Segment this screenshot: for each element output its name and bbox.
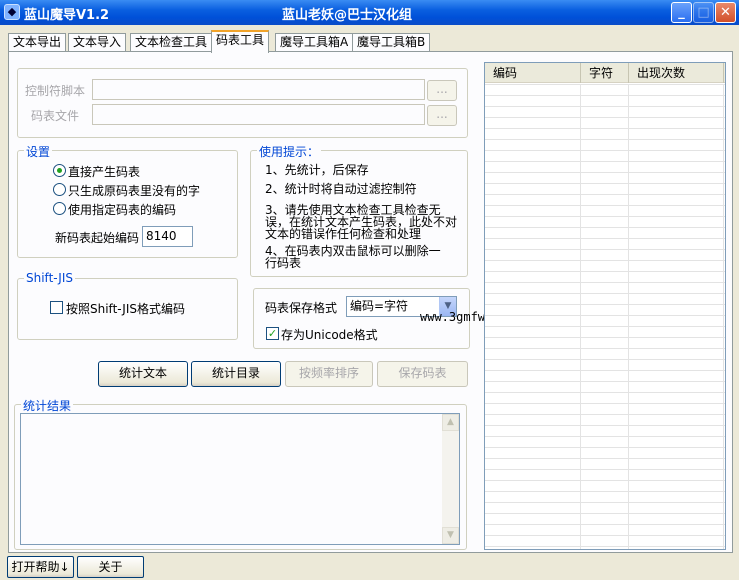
control-script-field[interactable] — [92, 79, 425, 100]
radio-direct-generate[interactable] — [53, 164, 66, 177]
tip-line: 文本的错误作任何检查和处理 — [265, 227, 422, 241]
sort-by-frequency-button[interactable]: 按频率排序 — [285, 361, 373, 387]
table-file-label: 码表文件 — [31, 109, 80, 123]
start-code-input[interactable]: 8140 — [142, 226, 193, 247]
tab-text-import[interactable]: 文本导入 — [68, 33, 127, 52]
code-table-list[interactable]: 编码 字符 出现次数 — [484, 62, 726, 550]
window-title: 蓝山魔导V1.2 — [24, 8, 110, 23]
tab-toolbox-b[interactable]: 魔导工具箱B — [352, 33, 431, 52]
tip-line: 2、统计时将自动过滤控制符 — [265, 182, 417, 196]
maximize-button[interactable]: □ — [693, 2, 714, 23]
column-header-char[interactable]: 字符 — [581, 63, 629, 83]
scroll-up-icon[interactable]: ▲ — [442, 414, 459, 431]
scroll-down-icon[interactable]: ▼ — [442, 527, 459, 544]
about-button[interactable]: 关于 — [77, 556, 144, 578]
close-button[interactable]: ✕ — [715, 2, 736, 23]
app-icon[interactable]: ◆ — [4, 4, 20, 20]
code-table-grid — [485, 84, 725, 549]
results-textarea[interactable]: ▲ ▼ — [20, 413, 460, 545]
control-script-label: 控制符脚本 — [25, 84, 86, 98]
shiftjis-checkbox[interactable] — [50, 301, 63, 314]
format-label: 码表保存格式 — [265, 301, 338, 315]
results-legend: 统计结果 — [21, 397, 74, 414]
tab-code-table[interactable]: 码表工具 — [211, 30, 270, 53]
count-text-button[interactable]: 统计文本 — [98, 361, 188, 387]
start-code-label: 新码表起始编码 — [55, 231, 140, 245]
format-select-value: 编码=字符 — [350, 299, 409, 313]
radio-use-table-encoding-label[interactable]: 使用指定码表的编码 — [68, 201, 176, 218]
radio-missing-only[interactable] — [53, 183, 66, 196]
unicode-checkbox[interactable]: ✓ — [266, 327, 279, 340]
column-header-code[interactable]: 编码 — [485, 63, 581, 83]
tip-line: 1、先统计，后保存 — [265, 163, 369, 177]
results-scrollbar[interactable]: ▲ ▼ — [442, 414, 459, 544]
shiftjis-checkbox-label[interactable]: 按照Shift-JIS格式编码 — [66, 300, 185, 317]
radio-missing-only-label[interactable]: 只生成原码表里没有的字 — [68, 182, 200, 199]
tab-text-check[interactable]: 文本检查工具 — [130, 33, 213, 52]
title-bar[interactable]: ◆ 蓝山魔导V1.2 蓝山老妖@巴士汉化组 _ □ ✕ — [0, 0, 739, 25]
browse-table-file-button[interactable]: ... — [427, 105, 457, 126]
tips-legend: 使用提示： — [257, 143, 322, 160]
shiftjis-legend: Shift-JIS — [24, 271, 75, 285]
save-table-button[interactable]: 保存码表 — [377, 361, 468, 387]
column-header-count[interactable]: 出现次数 — [629, 63, 724, 83]
browse-control-script-button[interactable]: ... — [427, 80, 457, 101]
unicode-checkbox-label[interactable]: 存为Unicode格式 — [281, 326, 378, 343]
tab-toolbox-a[interactable]: 魔导工具箱A — [275, 33, 354, 52]
tip-line: 行码表 — [265, 256, 302, 270]
settings-legend: 设置 — [24, 143, 53, 160]
table-file-field[interactable] — [92, 104, 425, 125]
open-help-button[interactable]: 打开帮助↓ — [7, 556, 74, 578]
radio-direct-generate-label[interactable]: 直接产生码表 — [68, 163, 140, 180]
minimize-button[interactable]: _ — [671, 2, 692, 23]
tab-text-export[interactable]: 文本导出 — [8, 33, 67, 52]
radio-use-table-encoding[interactable] — [53, 202, 66, 215]
count-dir-button[interactable]: 统计目录 — [191, 361, 281, 387]
window-subtitle: 蓝山老妖@巴士汉化组 — [282, 8, 413, 23]
code-table-header: 编码 字符 出现次数 — [485, 63, 725, 83]
